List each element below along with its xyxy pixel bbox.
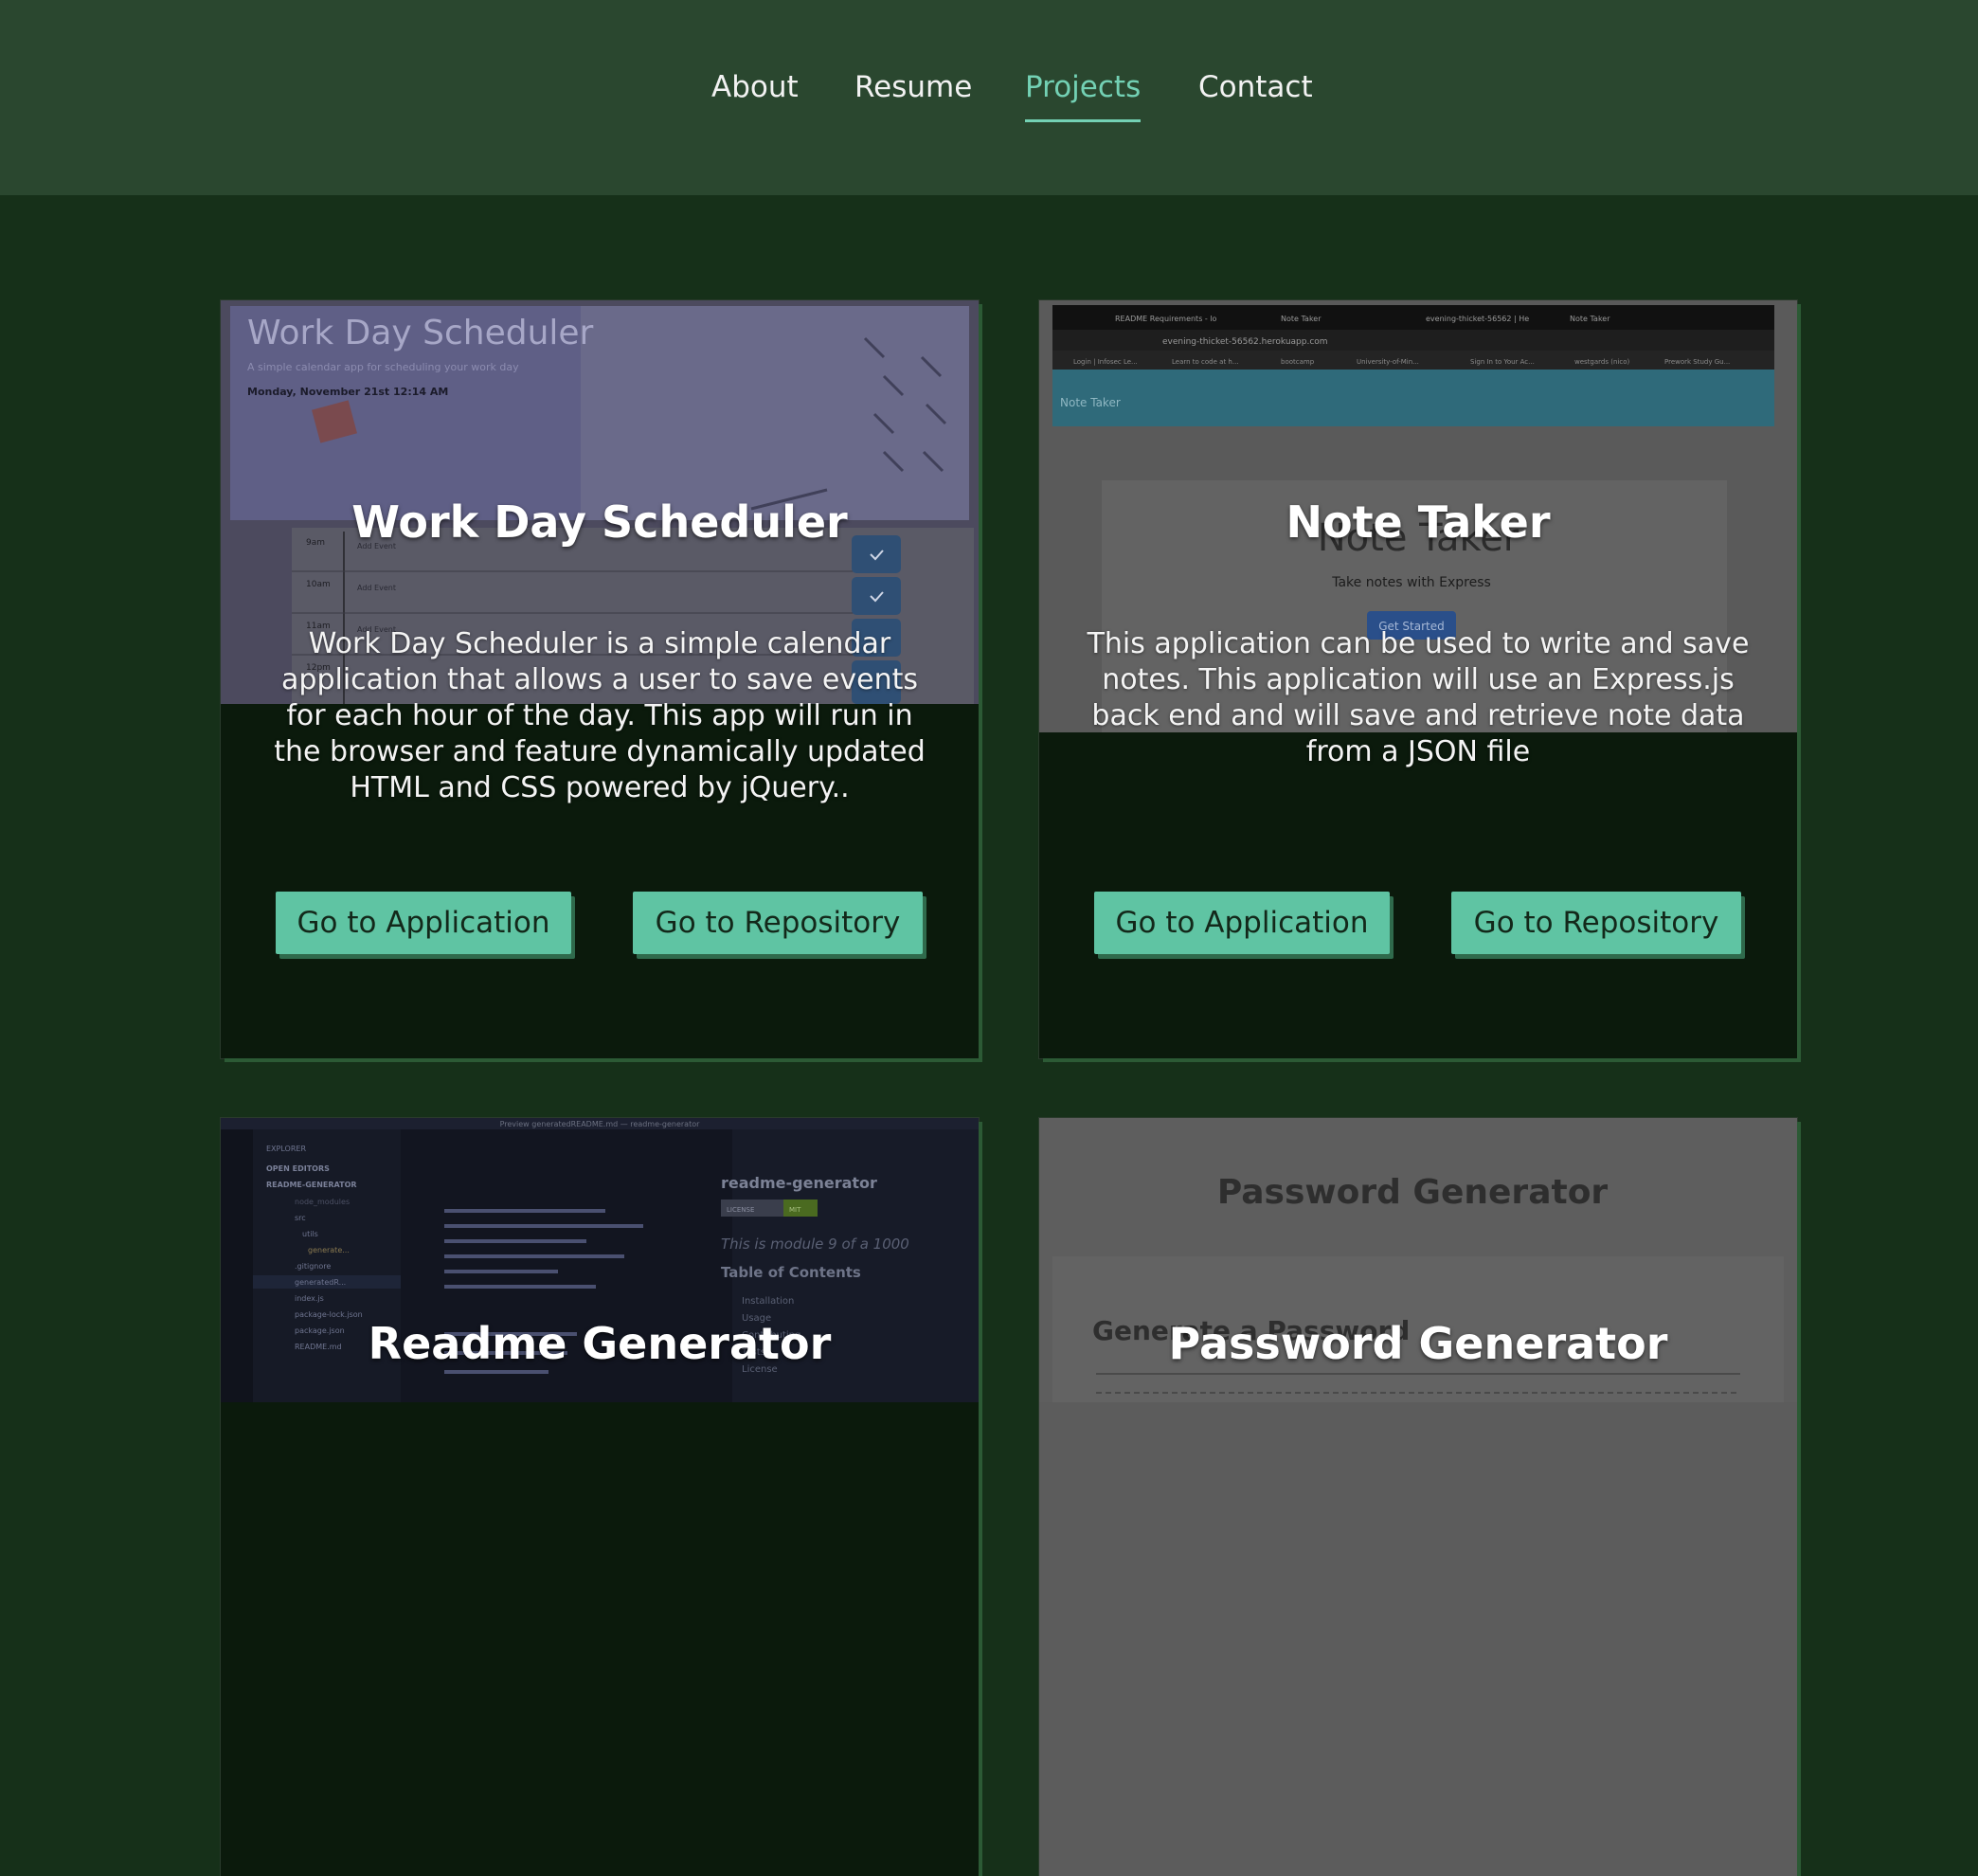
- folder-label: README-GENERATOR: [266, 1181, 357, 1189]
- editor-window-title: Preview generatedREADME.md — readme-gene…: [500, 1120, 701, 1128]
- preview-heading: Password Generator: [1217, 1173, 1609, 1212]
- project-card-work-day-scheduler: Work Day Scheduler A simple calendar app…: [221, 300, 979, 1058]
- open-editors-label: OPEN EDITORS: [266, 1164, 330, 1173]
- preview-heading: Work Day Scheduler: [247, 314, 594, 352]
- project-title: Readme Generator: [368, 1318, 832, 1369]
- bookmark: Prework Study Gu...: [1664, 358, 1730, 366]
- browser-tab: Note Taker: [1281, 315, 1322, 323]
- preview-subheading: A simple calendar app for scheduling you…: [247, 361, 519, 373]
- preview-navbar: Note Taker: [1060, 396, 1121, 409]
- preview-hero-sub: Take notes with Express: [1331, 575, 1491, 590]
- bookmark: westgards (nico): [1574, 358, 1629, 366]
- toc-item: Installation: [742, 1296, 794, 1307]
- preview-date: Monday, November 21st 12:14 AM: [247, 386, 448, 398]
- go-to-application-button[interactable]: Go to Application: [276, 892, 571, 954]
- browser-url: evening-thicket-56562.herokuapp.com: [1162, 337, 1328, 347]
- site-header: About Resume Projects Contact: [0, 0, 1978, 195]
- project-description: Work Day Scheduler is a simple calendar …: [274, 627, 926, 804]
- file-item: src: [295, 1214, 306, 1222]
- bookmark: Learn to code at h...: [1172, 358, 1239, 366]
- bookmark: University-of-Min...: [1357, 358, 1419, 366]
- nav-about[interactable]: About: [711, 63, 799, 112]
- file-item: .gitignore: [295, 1262, 331, 1271]
- nav-resume[interactable]: Resume: [854, 63, 972, 112]
- bookmark: Login | Infosec Le...: [1073, 358, 1138, 366]
- main-nav: About Resume Projects Contact: [0, 63, 1978, 129]
- preview-hour: 10am: [306, 580, 331, 589]
- preview-md-title: readme-generator: [721, 1174, 877, 1192]
- browser-tab: README Requirements - lo: [1115, 315, 1217, 323]
- project-title: Password Generator: [1168, 1318, 1668, 1369]
- file-item: node_modules: [295, 1198, 350, 1206]
- project-card-readme-generator: Preview generatedREADME.md — readme-gene…: [221, 1118, 979, 1876]
- badge-left: LICENSE: [727, 1206, 754, 1214]
- file-item: generate...: [308, 1246, 350, 1254]
- project-card-note-taker: README Requirements - lo Note Taker even…: [1039, 300, 1797, 1058]
- badge-right: MIT: [789, 1206, 801, 1214]
- go-to-repository-button[interactable]: Go to Repository: [1451, 892, 1741, 954]
- project-description: This application can be used to write an…: [1087, 627, 1750, 768]
- preview-placeholder: Add Event: [357, 584, 396, 592]
- go-to-repository-button[interactable]: Go to Repository: [633, 892, 923, 954]
- project-card-password-generator: Password Generator Generate a Password P…: [1039, 1118, 1797, 1876]
- browser-tab: evening-thicket-56562 | He: [1426, 315, 1529, 323]
- preview-toc: Table of Contents: [721, 1264, 861, 1281]
- browser-tab: Note Taker: [1570, 315, 1610, 323]
- file-item: generatedR...: [295, 1278, 346, 1287]
- file-item: index.js: [295, 1294, 324, 1303]
- nav-contact[interactable]: Contact: [1198, 63, 1313, 112]
- bookmark: Sign In to Your Ac...: [1470, 358, 1535, 366]
- explorer-label: EXPLORER: [266, 1145, 306, 1153]
- bookmark: bootcamp: [1281, 358, 1315, 366]
- go-to-application-button[interactable]: Go to Application: [1094, 892, 1390, 954]
- file-item: utils: [302, 1230, 318, 1238]
- project-title: Note Taker: [1286, 496, 1551, 548]
- project-title: Work Day Scheduler: [351, 496, 848, 548]
- preview-italic: This is module 9 of a 1000: [721, 1236, 909, 1253]
- nav-projects[interactable]: Projects: [1025, 63, 1142, 122]
